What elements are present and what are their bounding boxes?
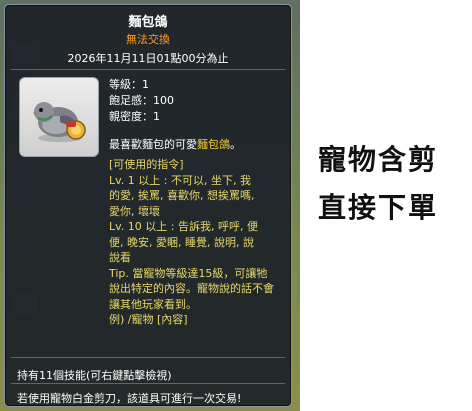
bread-pigeon-icon (33, 102, 86, 142)
command-line: 便, 晚安, 愛睏, 睡覺, 說明, 說 (109, 235, 254, 249)
divider (11, 383, 285, 384)
promo-line-1: 寵物含剪 (318, 143, 439, 176)
command-line: 的愛, 挨罵, 喜歡你, 想挨罵嗎, (109, 189, 255, 202)
commands-header: [可使用的指令] (109, 158, 184, 171)
pet-stats: 等級：1 飽足感：100 親密度：1 (109, 77, 174, 125)
divider (11, 357, 285, 358)
pet-fullness: 飽足感：100 (109, 94, 174, 107)
promo-line-2: 直接下單 (318, 191, 439, 224)
description-suffix: 。 (230, 138, 241, 151)
description-prefix: 最喜歡麵包的可愛 (109, 138, 197, 151)
command-line: 說出特定的內容。寵物說的話不會 (109, 282, 274, 295)
command-line: Lv. 10 以上 : 告訴我, 呼呼, 便 (109, 220, 258, 233)
expiry-date: 2026年11月11日01點00分為止 (67, 52, 229, 65)
item-tooltip: 麵包鴿 無法交換 2026年11月11日01點00分為止 等級：1 飽足感：10… (4, 4, 292, 407)
pet-intimacy: 親密度：1 (109, 110, 160, 123)
command-line: 讓其他玩家看到。 (109, 297, 197, 311)
item-title: 麵包鴿 (128, 15, 168, 30)
command-line: 例) /寵物 [內容] (109, 313, 188, 326)
trade-status: 無法交換 (126, 33, 170, 46)
pet-icon-frame (19, 77, 99, 157)
command-line: 愛你, 壞壞 (109, 204, 160, 218)
trade-hint: 若使用寵物白金剪刀，該道具可進行一次交易! (17, 392, 242, 405)
description-highlight: 麵包鴿 (197, 138, 230, 151)
pet-description: 最喜歡麵包的可愛麵包鴿。 (109, 136, 241, 152)
command-list: [可使用的指令] Lv. 1 以上 : 不可以, 坐下, 我 的愛, 挨罵, 喜… (109, 157, 289, 328)
command-line: Tip. 當寵物等級達15級，可讓牠 (109, 266, 268, 280)
skills-info: 持有11個技能(可右鍵點擊檢視) (17, 369, 172, 382)
command-line: 說看 (109, 251, 131, 264)
command-line: Lv. 1 以上 : 不可以, 坐下, 我 (109, 173, 251, 187)
divider (11, 69, 285, 70)
pet-level: 等級：1 (109, 78, 149, 91)
